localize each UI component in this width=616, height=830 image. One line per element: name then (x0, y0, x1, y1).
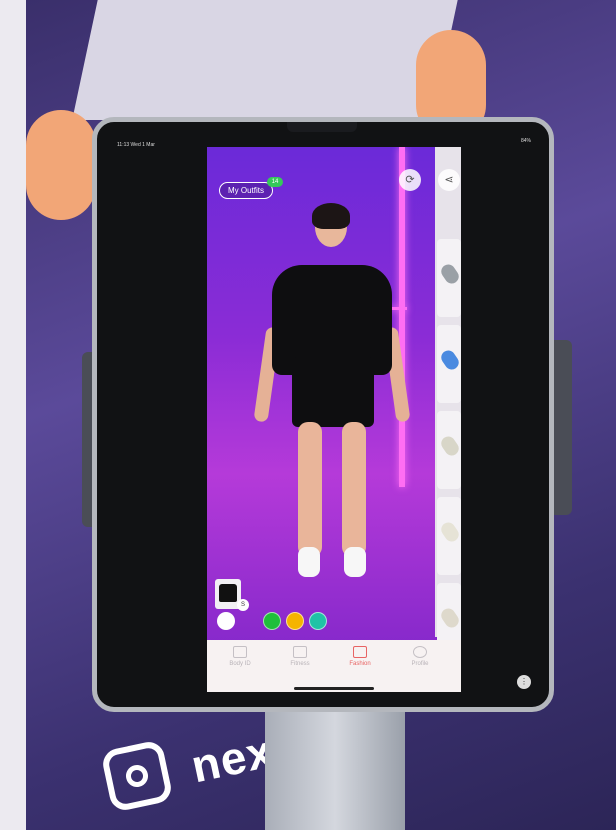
status-bar-time: 11:13 Wed 1 Mar (117, 142, 155, 148)
avatar-left-shoe (298, 547, 320, 577)
color-swatch-white[interactable] (217, 612, 235, 630)
nav-fashion[interactable]: Fashion (335, 646, 385, 667)
my-outfits-button[interactable]: My Outfits (219, 182, 274, 199)
avatar-right-shoe (344, 547, 366, 577)
nav-label: Fitness (290, 661, 310, 667)
shoe-thumbnail (438, 519, 461, 545)
color-swatch-yellow[interactable] (286, 612, 304, 630)
tshirt-icon (353, 646, 367, 658)
id-card-icon (233, 646, 247, 658)
status-date: Wed 1 Mar (130, 142, 155, 148)
avatar-shorts (292, 357, 374, 427)
color-swatch-green[interactable] (263, 612, 281, 630)
poster-photo-frame (72, 0, 460, 120)
3d-avatar[interactable] (252, 203, 412, 587)
outfit-count-badge: 14 (267, 177, 283, 187)
fitting-app-screen: My Outfits 14 ⟳ ⋖ S Body ID Fitness Fash… (207, 147, 461, 692)
home-indicator[interactable] (294, 687, 374, 690)
status-bar-battery: 84% (521, 138, 531, 144)
rotate-button[interactable]: ⟳ (399, 169, 421, 191)
nav-fitness[interactable]: Fitness (275, 646, 325, 667)
shoe-thumbnail (438, 605, 461, 631)
avatar-right-leg (342, 422, 366, 557)
share-button[interactable]: ⋖ (438, 169, 460, 191)
shoe-thumbnail (438, 433, 461, 459)
my-outfits-label: My Outfits (228, 186, 265, 195)
size-badge[interactable]: S (237, 599, 249, 611)
nav-label: Profile (411, 661, 429, 667)
rotate-icon: ⟳ (405, 174, 415, 186)
battery-percent: 84% (520, 138, 531, 144)
instagram-icon (100, 739, 174, 813)
poster-hand-graphic (26, 110, 96, 220)
garment-card[interactable] (437, 325, 461, 403)
nav-body-id[interactable]: Body ID (215, 646, 265, 667)
garment-card[interactable] (437, 239, 461, 317)
bottom-navigation: Body ID Fitness Fashion Profile (207, 640, 461, 692)
share-icon: ⋖ (444, 174, 454, 186)
status-time: 11:13 (117, 142, 130, 148)
tablet-device: 11:13 Wed 1 Mar 84% My Outfits 14 ⟳ ⋖ S … (92, 117, 554, 712)
avatar-left-leg (298, 422, 322, 557)
color-swatch-teal[interactable] (309, 612, 327, 630)
heartbeat-icon (293, 646, 307, 658)
nav-profile[interactable]: Profile (395, 646, 445, 667)
dots-icon: ⋮ (520, 677, 528, 686)
tablet-stand (265, 700, 405, 830)
camera-notch (287, 122, 357, 132)
avatar-hair (312, 203, 350, 229)
background-wall (0, 0, 26, 830)
shoe-thumbnail (438, 347, 461, 373)
shoe-thumbnail (438, 261, 461, 287)
nav-label: Fashion (349, 661, 371, 667)
garment-card[interactable] (437, 497, 461, 575)
nav-label: Body ID (229, 661, 251, 667)
tshirt-icon (219, 584, 237, 602)
profile-icon (413, 646, 427, 658)
garment-card[interactable] (437, 411, 461, 489)
garment-side-strip: ⋖ (435, 147, 461, 661)
assistive-touch-button[interactable]: ⋮ (517, 675, 531, 689)
